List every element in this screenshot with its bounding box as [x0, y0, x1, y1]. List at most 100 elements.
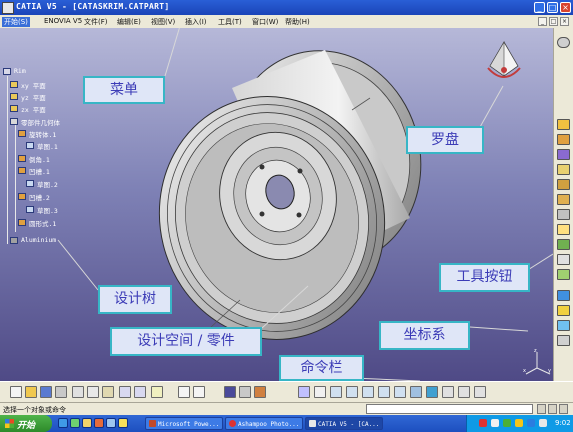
- fillet-icon[interactable]: [557, 224, 570, 235]
- body-icon: [10, 118, 18, 125]
- pan-icon[interactable]: [330, 386, 342, 398]
- groove-icon[interactable]: [557, 179, 570, 190]
- callout-workspace: 设计空间 / 零件: [110, 327, 262, 356]
- new-icon[interactable]: [10, 386, 22, 398]
- quicklaunch-icon[interactable]: [70, 418, 80, 428]
- design-workspace[interactable]: Rim xy 平面 yz 平面 zx 平面 零部件几何体 旋转体.1 草图.1: [0, 28, 553, 381]
- shading-icon[interactable]: [426, 386, 438, 398]
- tray-icon[interactable]: [479, 419, 487, 427]
- doc-minimize-button[interactable]: _: [538, 17, 547, 26]
- status-stop-icon[interactable]: [537, 404, 546, 414]
- callout-compass: 罗盘: [406, 126, 484, 154]
- quicklaunch-icon[interactable]: [94, 418, 104, 428]
- redo-icon[interactable]: [134, 386, 146, 398]
- chamfer-tool-icon[interactable]: [557, 239, 570, 250]
- undo-icon[interactable]: [119, 386, 131, 398]
- render-style-icon[interactable]: [474, 386, 486, 398]
- catalog-icon[interactable]: [224, 386, 236, 398]
- menu-insert[interactable]: 插入(I): [185, 17, 207, 27]
- status-clear-icon[interactable]: [548, 404, 557, 414]
- catia-icon: [309, 420, 316, 427]
- callout-tool-buttons: 工具按钮: [439, 263, 530, 292]
- axis-y-label: y: [548, 368, 551, 374]
- minimize-button[interactable]: _: [534, 2, 545, 13]
- measure-icon[interactable]: [557, 320, 570, 331]
- whats-this-icon[interactable]: [151, 386, 163, 398]
- right-toolbar: [553, 28, 573, 381]
- status-view-icon[interactable]: [559, 404, 568, 414]
- tray-icon[interactable]: [527, 419, 535, 427]
- menu-file[interactable]: 文件(F): [84, 17, 108, 27]
- task-catia[interactable]: CATIA V5 - [CA...: [305, 417, 383, 430]
- update-icon[interactable]: [239, 386, 251, 398]
- compass-icon[interactable]: [484, 40, 524, 90]
- tools-icon[interactable]: [254, 386, 266, 398]
- print-icon[interactable]: [55, 386, 67, 398]
- volume-icon[interactable]: [539, 419, 547, 427]
- doc-maximize-button[interactable]: □: [549, 17, 558, 26]
- zoom-in-icon[interactable]: [362, 386, 374, 398]
- pocket-tool-icon[interactable]: [557, 149, 570, 160]
- command-input[interactable]: [366, 404, 533, 414]
- tray-icon[interactable]: [515, 419, 523, 427]
- ie-icon[interactable]: [58, 418, 68, 428]
- plane-icon: [10, 105, 18, 112]
- powerpoint-icon: [149, 420, 156, 427]
- swap-space-icon[interactable]: [458, 386, 470, 398]
- cut-icon[interactable]: [72, 386, 84, 398]
- zoom-out-icon[interactable]: [378, 386, 390, 398]
- copy-icon[interactable]: [87, 386, 99, 398]
- clock: 9:02: [555, 419, 571, 427]
- normal-view-icon[interactable]: [394, 386, 406, 398]
- task-ashampoo[interactable]: Ashampoo Photo...: [225, 417, 303, 430]
- task-powerpoint[interactable]: Microsoft Powe...: [145, 417, 223, 430]
- axis-z-label: z: [534, 348, 537, 354]
- sketch-tool-icon[interactable]: [557, 119, 570, 130]
- axis-system-icon: z y x: [523, 348, 551, 375]
- callout-axis-system: 坐标系: [379, 321, 470, 350]
- pocket-icon: [18, 193, 26, 200]
- apply-material-icon[interactable]: [557, 335, 570, 346]
- menu-edit[interactable]: 编辑(E): [117, 17, 141, 27]
- rib-icon[interactable]: [557, 209, 570, 220]
- axis-x-label: x: [523, 368, 526, 374]
- menu-bar: 开始(S) ENOVIA V5 文件(F) 编辑(E) 视图(V) 插入(I) …: [0, 15, 573, 29]
- rotate-icon[interactable]: [346, 386, 358, 398]
- gear-icon[interactable]: [557, 37, 570, 48]
- draft-icon[interactable]: [557, 254, 570, 265]
- pattern-icon[interactable]: [557, 290, 570, 301]
- hide-show-icon[interactable]: [442, 386, 454, 398]
- doc-close-button[interactable]: ×: [560, 17, 569, 26]
- fly-mode-icon[interactable]: [298, 386, 310, 398]
- quicklaunch-icon[interactable]: [118, 418, 128, 428]
- knowledge-icon[interactable]: [193, 386, 205, 398]
- catia-app-icon[interactable]: [2, 2, 14, 14]
- menu-window[interactable]: 窗口(W): [252, 17, 278, 27]
- shell-icon[interactable]: [557, 269, 570, 280]
- close-button[interactable]: ×: [560, 2, 571, 13]
- maximize-button[interactable]: □: [547, 2, 558, 13]
- mirror-icon[interactable]: [557, 305, 570, 316]
- material-icon: [10, 237, 18, 244]
- menu-enovia[interactable]: ENOVIA V5: [44, 17, 82, 25]
- menu-start[interactable]: 开始(S): [2, 17, 30, 27]
- quicklaunch-icon[interactable]: [82, 418, 92, 428]
- hole-icon[interactable]: [557, 194, 570, 205]
- tray-icon[interactable]: [503, 419, 511, 427]
- tray-icon[interactable]: [491, 419, 499, 427]
- menu-view[interactable]: 视图(V): [151, 17, 175, 27]
- save-icon[interactable]: [40, 386, 52, 398]
- menu-tools[interactable]: 工具(T): [218, 17, 242, 27]
- paste-icon[interactable]: [102, 386, 114, 398]
- open-icon[interactable]: [25, 386, 37, 398]
- quick-view-icon[interactable]: [410, 386, 422, 398]
- callout-menu: 菜单: [83, 76, 165, 104]
- shaft-tool-icon[interactable]: [557, 164, 570, 175]
- quicklaunch-icon[interactable]: [106, 418, 116, 428]
- formula-icon[interactable]: [178, 386, 190, 398]
- pad-icon[interactable]: [557, 134, 570, 145]
- menu-help[interactable]: 帮助(H): [285, 17, 310, 27]
- shaft-icon: [18, 130, 26, 137]
- fit-all-icon[interactable]: [314, 386, 326, 398]
- start-button[interactable]: 开始: [0, 415, 52, 432]
